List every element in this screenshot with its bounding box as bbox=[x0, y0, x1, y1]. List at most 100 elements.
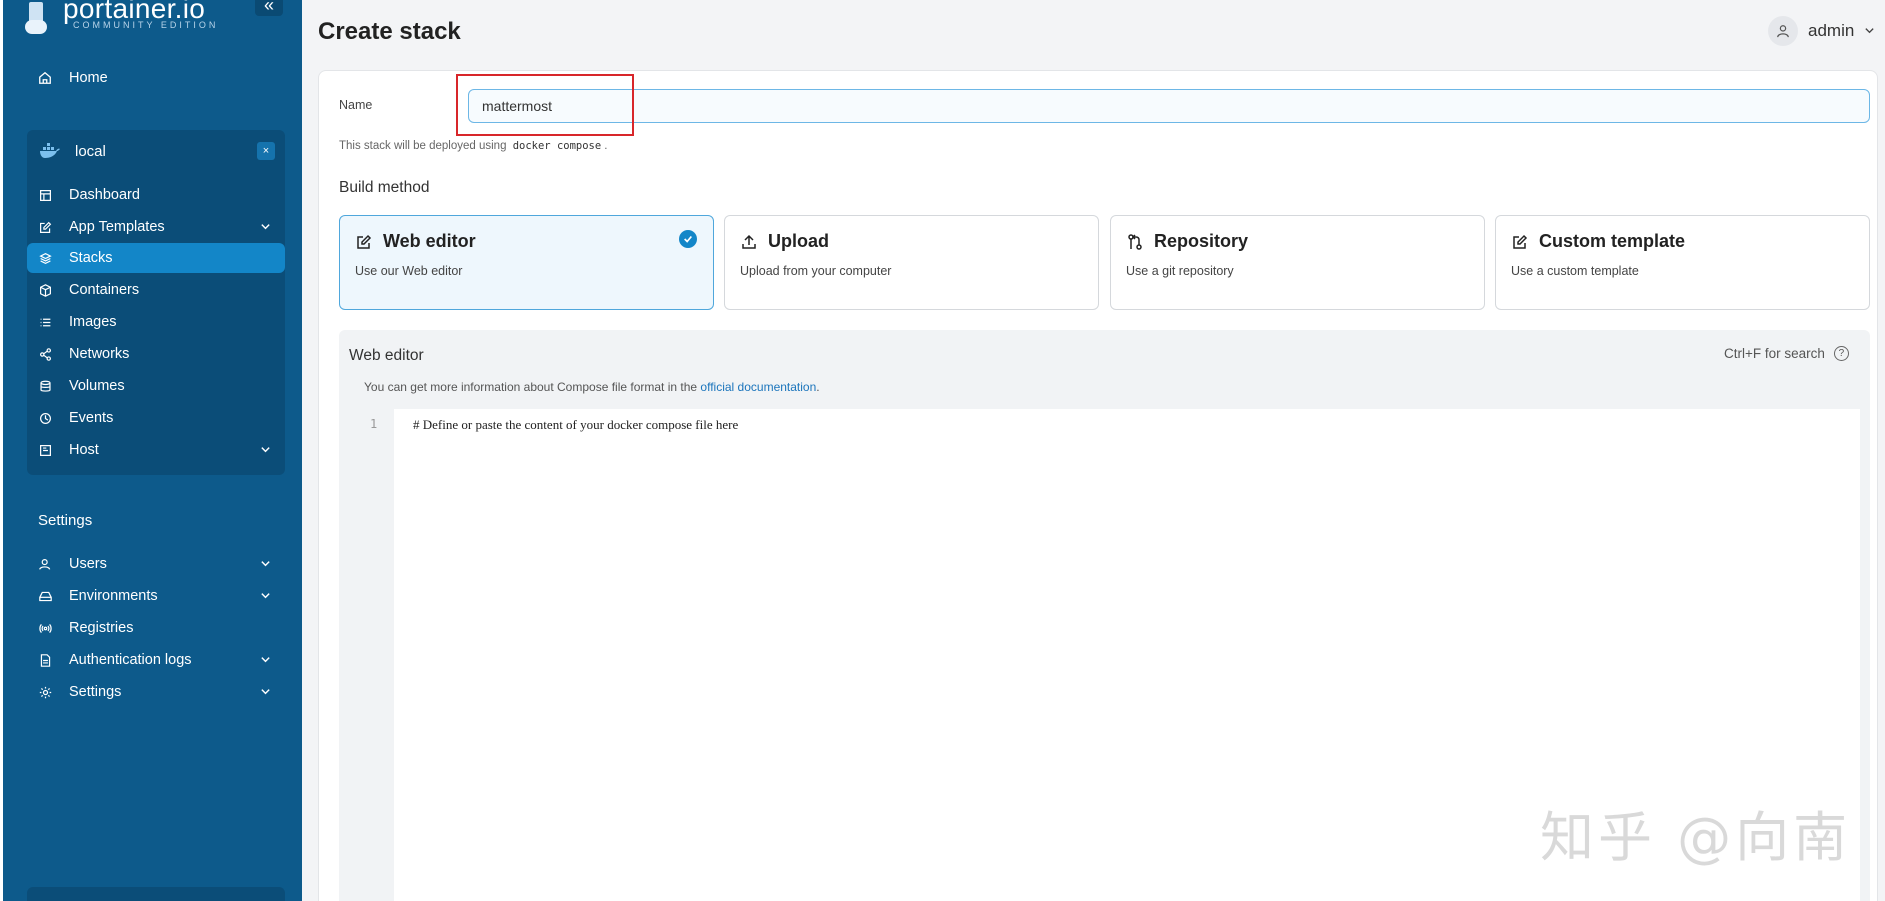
watermark: 知乎 @向南 bbox=[1540, 806, 1852, 869]
sidebar-item-label: Events bbox=[69, 410, 114, 426]
brand-logo[interactable]: portainer.io bbox=[25, 0, 205, 38]
environment-name: local bbox=[75, 142, 106, 160]
sidebar-item-environments[interactable]: Environments bbox=[27, 581, 285, 611]
method-description: Upload from your computer bbox=[740, 264, 892, 278]
method-title: Custom template bbox=[1511, 231, 1685, 252]
edit-icon bbox=[1511, 233, 1529, 251]
method-title-text: Custom template bbox=[1539, 231, 1686, 251]
sidebar-item-networks[interactable]: Networks bbox=[27, 339, 285, 369]
chevron-down-icon bbox=[260, 557, 271, 573]
sidebar: portainer.io COMMUNITY EDITION « Home lo… bbox=[0, 0, 302, 901]
collapse-sidebar-button[interactable]: « bbox=[255, 0, 283, 16]
sidebar-item-registries[interactable]: Registries bbox=[27, 613, 285, 643]
chevron-down-icon bbox=[260, 589, 271, 605]
sidebar-item-volumes[interactable]: Volumes bbox=[27, 371, 285, 401]
sidebar-item-label: Environments bbox=[69, 588, 158, 604]
brand-edition: COMMUNITY EDITION bbox=[73, 20, 219, 30]
page-title: Create stack bbox=[318, 18, 461, 45]
sidebar-item-users[interactable]: Users bbox=[27, 549, 285, 579]
git-pull-request-icon bbox=[1126, 233, 1144, 251]
sidebar-item-label: Containers bbox=[69, 282, 140, 298]
method-description: Use our Web editor bbox=[355, 264, 463, 278]
sidebar-item-label: Home bbox=[69, 70, 108, 86]
method-title: Repository bbox=[1126, 231, 1248, 252]
hdd-icon bbox=[37, 588, 53, 604]
sidebar-item-label: App Templates bbox=[69, 219, 165, 235]
deploy-note-prefix: This stack will be deployed using bbox=[339, 140, 507, 152]
sidebar-item-label: Networks bbox=[69, 346, 130, 362]
build-method-custom-template[interactable]: Custom template Use a custom template bbox=[1495, 215, 1870, 310]
sidebar-item-host[interactable]: Host bbox=[27, 435, 285, 465]
annotation-highlight-box bbox=[456, 74, 634, 136]
sidebar-item-settings[interactable]: Settings bbox=[27, 677, 285, 707]
sidebar-item-authentication-logs[interactable]: Authentication logs bbox=[27, 645, 285, 675]
username: admin bbox=[1808, 21, 1855, 40]
sidebar-item-label: Stacks bbox=[69, 250, 113, 266]
sidebar-item-images[interactable]: Images bbox=[27, 307, 285, 337]
sidebar-item-home[interactable]: Home bbox=[27, 63, 285, 93]
editor-info-suffix: . bbox=[816, 380, 820, 394]
code-line[interactable]: # Define or paste the content of your do… bbox=[413, 417, 738, 433]
sidebar-item-label: Authentication logs bbox=[69, 652, 192, 668]
environment-close-button[interactable]: × bbox=[257, 142, 275, 160]
user-icon bbox=[1768, 16, 1798, 46]
user-menu[interactable]: admin bbox=[1768, 16, 1875, 46]
method-description: Use a git repository bbox=[1126, 264, 1234, 278]
chevron-down-icon bbox=[260, 443, 271, 459]
share-icon bbox=[37, 346, 53, 362]
help-circle-icon[interactable]: ? bbox=[1833, 346, 1849, 361]
method-title: Web editor bbox=[355, 231, 476, 252]
editor-info: You can get more information about Compo… bbox=[364, 380, 820, 394]
check-circle-icon bbox=[679, 230, 697, 248]
sidebar-item-stacks[interactable]: Stacks bbox=[27, 243, 285, 273]
chevron-down-icon bbox=[260, 653, 271, 669]
file-icon bbox=[37, 652, 53, 668]
chevron-down-icon bbox=[260, 685, 271, 701]
sidebar-footer-panel bbox=[27, 887, 285, 901]
upload-icon bbox=[740, 233, 758, 251]
brand-name: portainer.io bbox=[63, 0, 206, 24]
home-icon bbox=[37, 70, 53, 86]
name-label: Name bbox=[339, 98, 373, 112]
layers-icon bbox=[37, 250, 53, 266]
build-method-title: Build method bbox=[339, 179, 430, 196]
stack-name-input[interactable] bbox=[468, 89, 1870, 123]
sidebar-item-containers[interactable]: Containers bbox=[27, 275, 285, 305]
deploy-note-suffix: . bbox=[604, 140, 608, 152]
server-icon bbox=[37, 442, 53, 458]
settings-section-title: Settings bbox=[38, 512, 93, 529]
sidebar-item-events[interactable]: Events bbox=[27, 403, 285, 433]
gear-icon bbox=[37, 684, 53, 700]
radio-icon bbox=[37, 620, 53, 636]
line-number: 1 bbox=[370, 417, 378, 431]
editor-info-text: You can get more information about Compo… bbox=[364, 380, 698, 394]
web-editor-title: Web editor bbox=[349, 347, 424, 364]
sidebar-item-label: Images bbox=[69, 314, 117, 330]
sidebar-item-label: Volumes bbox=[69, 378, 125, 394]
sidebar-item-dashboard[interactable]: Dashboard bbox=[27, 180, 285, 210]
double-chevron-left-icon: « bbox=[263, 0, 274, 15]
method-title-text: Upload bbox=[768, 231, 829, 251]
method-title: Upload bbox=[740, 231, 829, 252]
build-method-upload[interactable]: Upload Upload from your computer bbox=[724, 215, 1099, 310]
chevron-down-icon bbox=[1864, 21, 1875, 41]
edit-icon bbox=[355, 233, 373, 251]
edit-icon bbox=[37, 219, 53, 235]
editor-hint-text: Ctrl+F for search bbox=[1724, 346, 1825, 361]
build-method-repository[interactable]: Repository Use a git repository bbox=[1110, 215, 1485, 310]
portainer-logo-icon bbox=[25, 0, 49, 38]
editor-gutter bbox=[349, 409, 394, 901]
editor-search-hint: Ctrl+F for search ? bbox=[1724, 346, 1849, 361]
sidebar-item-label: Registries bbox=[69, 620, 134, 636]
user-icon bbox=[37, 556, 53, 572]
deploy-note: This stack will be deployed using docker… bbox=[339, 140, 607, 152]
build-method-web-editor[interactable]: Web editor Use our Web editor bbox=[339, 215, 714, 310]
sidebar-item-app-templates[interactable]: App Templates bbox=[27, 212, 285, 242]
dashboard-icon bbox=[37, 187, 53, 203]
official-documentation-link[interactable]: official documentation bbox=[700, 380, 816, 394]
clock-icon bbox=[37, 410, 53, 426]
list-icon bbox=[37, 314, 53, 330]
sidebar-item-label: Users bbox=[69, 556, 107, 572]
docker-icon bbox=[39, 143, 61, 159]
chevron-down-icon bbox=[260, 220, 271, 236]
